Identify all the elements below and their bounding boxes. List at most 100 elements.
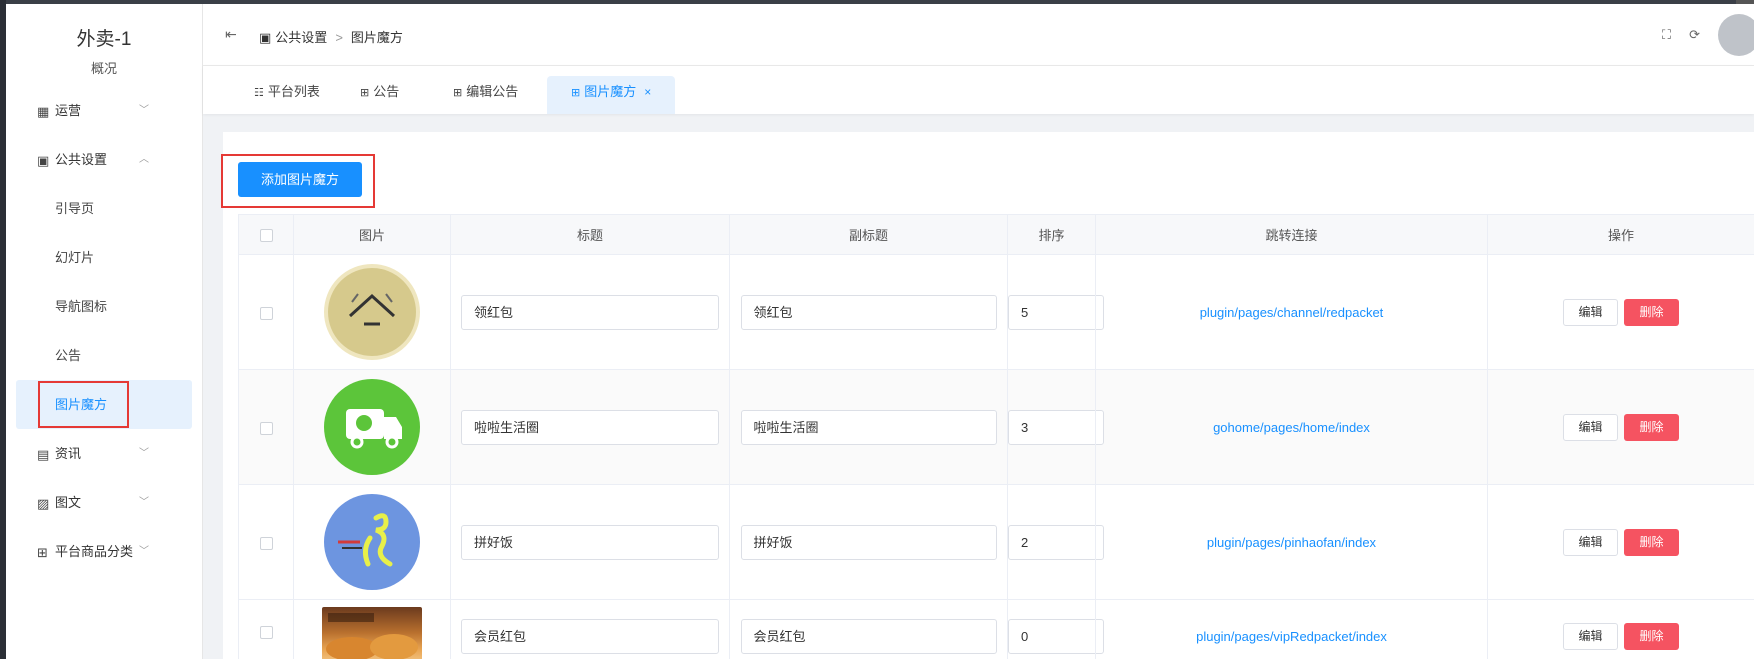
title-input[interactable]: 拼好饭 bbox=[461, 524, 719, 560]
jump-link[interactable]: gohome/pages/home/index bbox=[1213, 420, 1370, 435]
tab-image-cube[interactable]: ⊞ 图片魔方 × bbox=[547, 76, 676, 114]
tab-edit-notice[interactable]: ⊞ 编辑公告 bbox=[453, 76, 518, 114]
link-cell: gohome/pages/home/index bbox=[1095, 369, 1488, 485]
highlight-box-add-button bbox=[221, 154, 375, 208]
edit-button[interactable]: 编辑 bbox=[1563, 623, 1618, 650]
order-input[interactable]: 3 bbox=[1008, 409, 1104, 445]
running-figure-icon bbox=[324, 494, 420, 590]
house-badge-graphic bbox=[348, 293, 396, 326]
select-all-cell bbox=[238, 214, 294, 255]
sidebar-item-label: 运营 bbox=[55, 103, 82, 118]
sidebar-subitem-nav-icons[interactable]: 导航图标 bbox=[6, 282, 202, 331]
delete-button[interactable]: 删除 bbox=[1624, 413, 1679, 441]
column-header-subtitle: 副标题 bbox=[729, 214, 1008, 255]
order-input[interactable]: 2 bbox=[1008, 524, 1104, 560]
jump-link[interactable]: plugin/pages/vipRedpacket/index bbox=[1196, 629, 1387, 644]
chevron-down-icon: ﹀ bbox=[139, 497, 149, 508]
image-cell bbox=[293, 254, 451, 370]
grid-icon: ⊞ bbox=[571, 87, 581, 99]
tab-label: 平台列表 bbox=[267, 84, 320, 99]
sidebar-item-news[interactable]: ▤ 资讯 ﹀ bbox=[6, 429, 202, 478]
title-input[interactable]: 领红包 bbox=[461, 294, 719, 330]
tab-label: 编辑公告 bbox=[466, 84, 519, 99]
sidebar-item-label: 公共设置 bbox=[55, 152, 108, 167]
sidebar-item-public-settings[interactable]: ▣ 公共设置 ︿ bbox=[6, 135, 202, 184]
highlight-box-sidebar bbox=[38, 381, 129, 428]
row-checkbox[interactable] bbox=[259, 626, 273, 640]
running-figure-graphic bbox=[338, 513, 393, 567]
avatar[interactable] bbox=[1718, 14, 1754, 56]
sidebar-item-product-category[interactable]: ⊞ 平台商品分类 ﹀ bbox=[6, 527, 202, 576]
row-checkbox[interactable] bbox=[259, 306, 273, 320]
tab-label: 图片魔方 bbox=[584, 84, 637, 99]
delete-button[interactable]: 删除 bbox=[1624, 623, 1679, 650]
croissant-graphic bbox=[326, 613, 418, 659]
sidebar-item-operations[interactable]: ▦ 运营 ﹀ bbox=[6, 86, 202, 135]
subtitle-input[interactable]: 会员红包 bbox=[740, 619, 997, 654]
sidebar-item-label: 平台商品分类 bbox=[55, 544, 134, 559]
tab-label: 公告 bbox=[373, 84, 400, 99]
content-card: 添加图片魔方 图片 标题 副标题 排序 跳转连接 操作 领红包 领红包 5 pl… bbox=[223, 132, 1754, 659]
delete-button[interactable]: 删除 bbox=[1624, 298, 1679, 326]
select-all-checkbox[interactable] bbox=[259, 229, 273, 243]
link-cell: plugin/pages/pinhaofan/index bbox=[1095, 484, 1488, 600]
brand-subtitle[interactable]: 概况 bbox=[6, 58, 202, 76]
order-cell: 3 bbox=[1007, 369, 1104, 485]
subtitle-input[interactable]: 领红包 bbox=[740, 294, 997, 330]
order-input[interactable]: 5 bbox=[1008, 294, 1104, 330]
subtitle-input[interactable]: 啦啦生活圈 bbox=[740, 409, 997, 445]
jump-link[interactable]: plugin/pages/pinhaofan/index bbox=[1207, 535, 1376, 550]
column-header-actions: 操作 bbox=[1487, 214, 1754, 255]
sidebar-subitem-guide[interactable]: 引导页 bbox=[6, 184, 202, 233]
title-input[interactable]: 会员红包 bbox=[461, 619, 719, 654]
row-select-cell bbox=[238, 599, 294, 659]
chevron-down-icon: ﹀ bbox=[139, 448, 149, 459]
sidebar-subitem-slides[interactable]: 幻灯片 bbox=[6, 233, 202, 282]
tabs-bar: ☷ 平台列表 ⊞ 公告 ⊞ 编辑公告 ⊞ 图片魔方 × bbox=[203, 66, 1754, 114]
grid-icon: ⊞ bbox=[37, 545, 48, 560]
breadcrumb-item[interactable]: 公共设置 bbox=[275, 30, 327, 45]
subtitle-input[interactable]: 拼好饭 bbox=[740, 524, 997, 560]
chevron-up-icon: ︿ bbox=[139, 154, 149, 165]
row-checkbox[interactable] bbox=[259, 421, 273, 435]
tab-notice[interactable]: ⊞ 公告 bbox=[360, 76, 399, 114]
column-header-image: 图片 bbox=[293, 214, 451, 255]
edit-button[interactable]: 编辑 bbox=[1563, 298, 1618, 326]
breadcrumb-separator: > bbox=[335, 30, 343, 45]
title-cell: 拼好饭 bbox=[450, 484, 730, 600]
image-icon: ▣ bbox=[37, 153, 50, 168]
subtitle-cell: 领红包 bbox=[729, 254, 1008, 370]
dashboard-icon: ▦ bbox=[37, 104, 50, 119]
sidebar-subitem-notice[interactable]: 公告 bbox=[6, 331, 202, 380]
house-badge-icon bbox=[324, 264, 420, 360]
refresh-icon[interactable]: ⟳ bbox=[1689, 27, 1700, 43]
croissant-photo bbox=[322, 607, 422, 659]
edit-button[interactable]: 编辑 bbox=[1563, 413, 1618, 441]
tab-platform-list[interactable]: ☷ 平台列表 bbox=[254, 76, 320, 114]
sidebar-item-picture-text[interactable]: ▨ 图文 ﹀ bbox=[6, 478, 202, 527]
fullscreen-icon[interactable]: ⛶ bbox=[1662, 27, 1671, 43]
chevron-down-icon: ﹀ bbox=[139, 105, 149, 116]
jump-link[interactable]: plugin/pages/channel/redpacket bbox=[1200, 305, 1384, 320]
edit-button[interactable]: 编辑 bbox=[1563, 528, 1618, 556]
image-cell bbox=[293, 599, 451, 659]
close-icon[interactable]: × bbox=[644, 85, 651, 99]
delete-button[interactable]: 删除 bbox=[1624, 528, 1679, 556]
order-input[interactable]: 0 bbox=[1008, 619, 1104, 654]
link-cell: plugin/pages/vipRedpacket/index bbox=[1095, 599, 1488, 659]
row-checkbox[interactable] bbox=[259, 536, 273, 550]
grid-icon: ⊞ bbox=[453, 87, 463, 99]
table-row: 会员红包 会员红包 0 plugin/pages/vipRedpacket/in… bbox=[238, 599, 1754, 659]
title-input[interactable]: 啦啦生活圈 bbox=[461, 409, 719, 445]
collapse-menu-icon[interactable]: ⇤ bbox=[225, 26, 237, 43]
brand-title: 外卖-1 bbox=[76, 29, 132, 50]
document-icon: ▤ bbox=[37, 447, 50, 462]
image-cell bbox=[293, 484, 451, 600]
actions-cell: 编辑 删除 bbox=[1487, 369, 1754, 485]
table-row: 啦啦生活圈 啦啦生活圈 3 gohome/pages/home/index 编辑… bbox=[238, 369, 1754, 485]
chevron-down-icon: ﹀ bbox=[139, 546, 149, 557]
image-cell bbox=[293, 369, 451, 485]
sidebar-item-label: 图文 bbox=[55, 495, 82, 510]
top-header: ⇤ ▣ 公共设置 > 图片魔方 ⛶ ⟳ bbox=[203, 4, 1754, 66]
column-header-title: 标题 bbox=[450, 214, 730, 255]
